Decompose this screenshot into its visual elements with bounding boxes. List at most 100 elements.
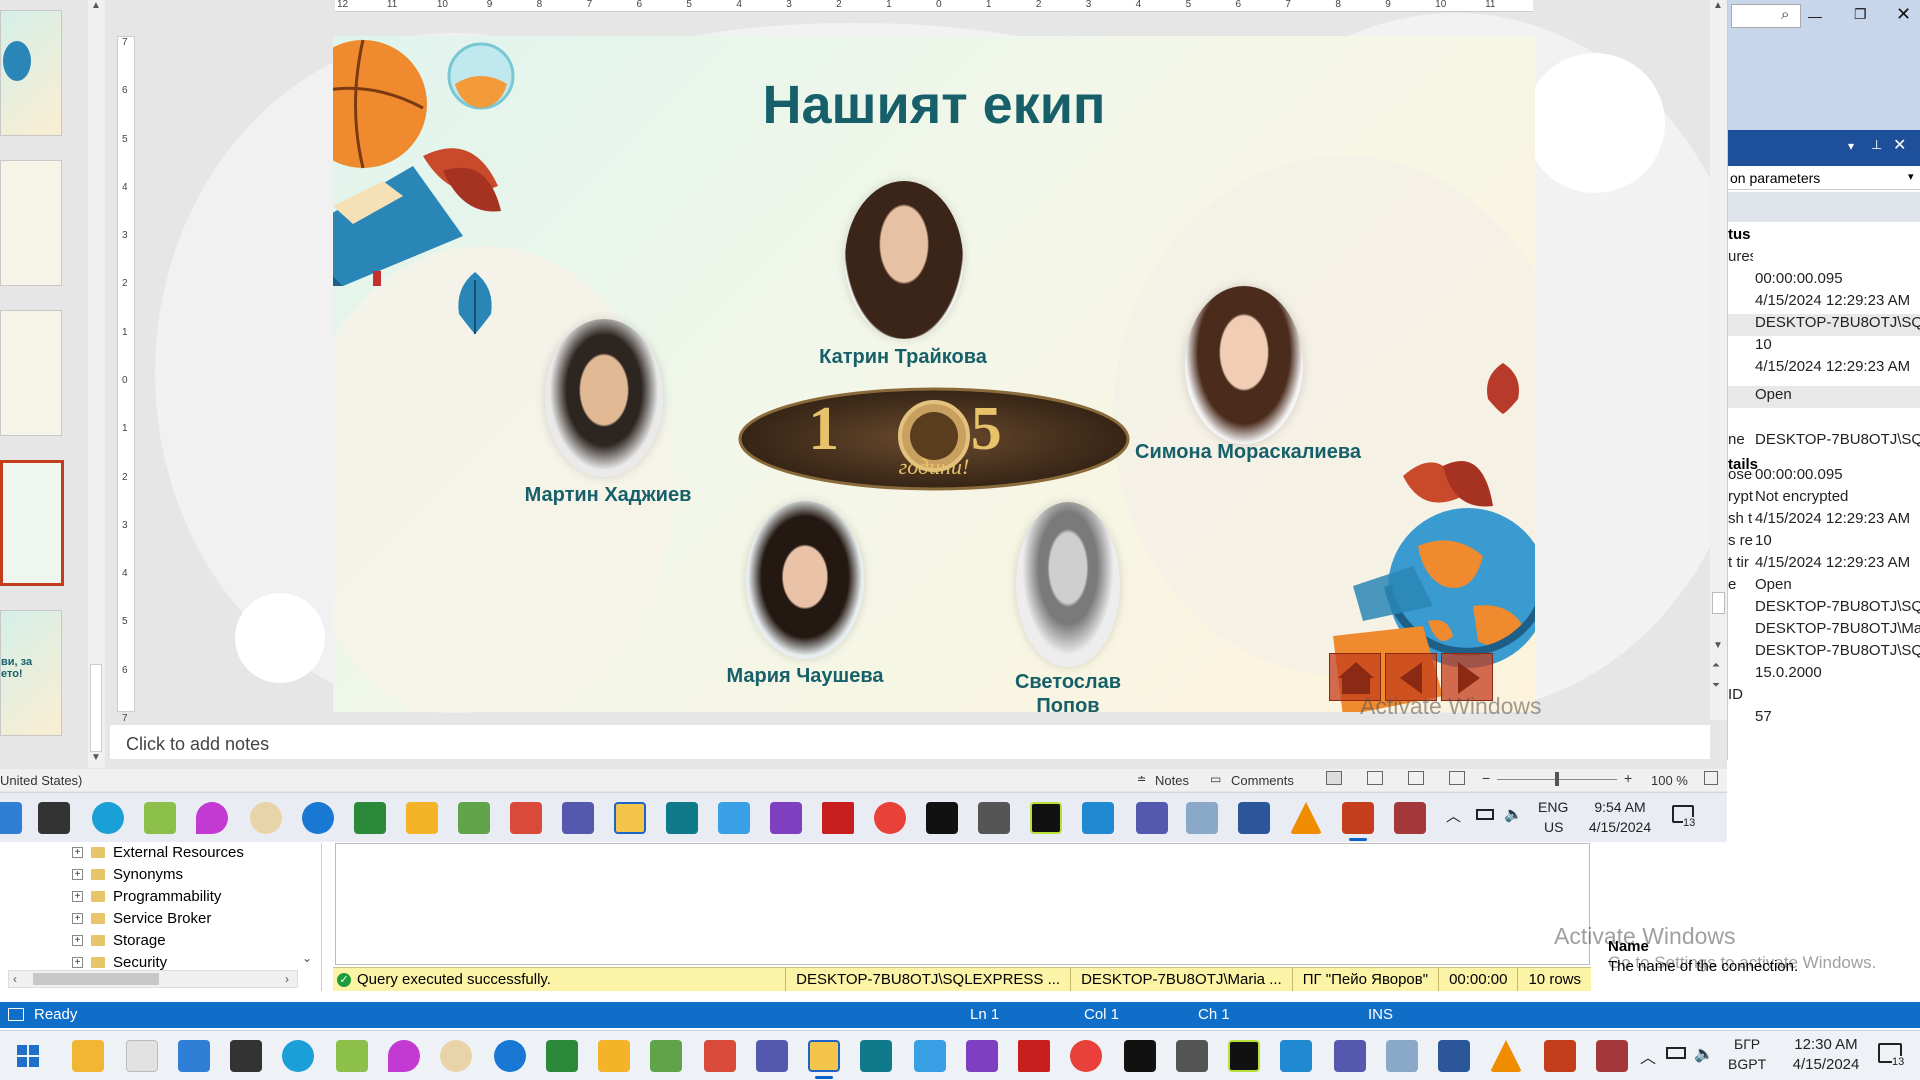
vscode-icon[interactable]	[1280, 1040, 1312, 1072]
scroll-down-icon[interactable]: ▼	[1713, 640, 1723, 651]
slide-thumbnail[interactable]	[0, 310, 62, 436]
horizontal-ruler[interactable]: 1211109876543210123456789101112	[335, 0, 1533, 12]
scroll-thumb[interactable]	[33, 973, 159, 985]
tray-date[interactable]: 4/15/2024	[1776, 1056, 1876, 1073]
query-results-pane[interactable]	[335, 843, 1590, 965]
expand-icon[interactable]: +	[72, 868, 83, 880]
mail-icon[interactable]	[178, 1040, 210, 1072]
inkscape-icon[interactable]	[230, 1040, 262, 1072]
teams-icon[interactable]	[756, 1040, 788, 1072]
pycharm-icon[interactable]	[1228, 1040, 1260, 1072]
property-row[interactable]: ne DESKTOP-7BU8OTJ\SQL	[1728, 431, 1920, 453]
pycharm-icon[interactable]	[1030, 802, 1062, 834]
intellij-icon[interactable]	[1124, 1040, 1156, 1072]
paint-drop-icon[interactable]	[388, 1040, 420, 1072]
vlc-icon[interactable]	[1490, 1040, 1522, 1072]
property-row[interactable]: t tir 4/15/2024 12:29:23 AM	[1728, 554, 1920, 576]
slide-title[interactable]: Нашият екип	[333, 74, 1535, 136]
app-orange-icon[interactable]	[406, 802, 438, 834]
slide-thumbnail[interactable]: ви, за ето!	[0, 610, 62, 736]
scroll-up-icon[interactable]: ▲	[1713, 0, 1723, 11]
slide-thumbnail[interactable]	[0, 160, 62, 286]
property-row[interactable]: e Open	[1728, 576, 1920, 598]
tree-item-synonyms[interactable]: + Synonyms	[72, 863, 183, 885]
image-editor-icon[interactable]	[144, 802, 176, 834]
intellij-icon[interactable]	[926, 802, 958, 834]
tree-item-storage[interactable]: + Storage	[72, 929, 166, 951]
image-editor-icon[interactable]	[336, 1040, 368, 1072]
slide-sorter-icon[interactable]	[1367, 771, 1383, 785]
word-icon[interactable]	[1438, 1040, 1470, 1072]
property-row[interactable]: sh ti 4/15/2024 12:29:23 AM	[1728, 510, 1920, 532]
member-name[interactable]: Мария Чаушева	[665, 665, 945, 688]
normal-view-icon[interactable]	[1326, 771, 1342, 785]
file-explorer-icon[interactable]	[72, 1040, 104, 1072]
anniversary-badge[interactable]: 1 5 години!	[738, 386, 1130, 492]
notes-icon[interactable]: ≐	[1137, 773, 1146, 786]
tray-keyboard[interactable]: US	[1544, 819, 1563, 835]
next-slide-icon[interactable]: ⏷	[1712, 680, 1720, 691]
visual-studio-icon[interactable]	[966, 1040, 998, 1072]
network-app-icon[interactable]	[914, 1040, 946, 1072]
scroll-thumb[interactable]	[1712, 592, 1725, 614]
property-row[interactable]: DESKTOP-7BU8OTJ\Mar	[1728, 620, 1920, 642]
photos-icon[interactable]	[1186, 802, 1218, 834]
slide-thumbnail[interactable]	[0, 10, 62, 136]
member-photo[interactable]	[845, 181, 963, 339]
thumbnail-scrollbar[interactable]: ▲ ▼	[88, 0, 105, 768]
tree-item-service-broker[interactable]: + Service Broker	[72, 907, 211, 929]
comments-button[interactable]: Comments	[1231, 773, 1294, 788]
tray-language[interactable]: БГР	[1734, 1036, 1760, 1052]
fit-to-window-icon[interactable]	[1704, 771, 1718, 785]
word-icon[interactable]	[1238, 802, 1270, 834]
scroll-right-icon[interactable]: ›	[285, 972, 289, 986]
comments-icon[interactable]: ▭	[1210, 772, 1221, 786]
ssms-icon[interactable]	[614, 802, 646, 834]
network-app-icon[interactable]	[718, 802, 750, 834]
property-row[interactable]: 4/15/2024 12:29:23 AM	[1728, 292, 1920, 314]
property-row[interactable]: 00:00:00.095	[1728, 270, 1920, 292]
member-photo[interactable]	[746, 501, 864, 659]
app-green-icon[interactable]	[650, 1040, 682, 1072]
member-photo[interactable]	[1016, 502, 1120, 667]
slideshow-icon[interactable]	[1449, 771, 1465, 785]
visual-studio-icon[interactable]	[770, 802, 802, 834]
paint-palette-icon[interactable]	[440, 1040, 472, 1072]
expand-icon[interactable]: +	[72, 956, 83, 968]
zoom-slider-thumb[interactable]	[1555, 772, 1559, 786]
tray-time[interactable]: 9:54 AM	[1580, 799, 1660, 815]
inkscape-icon[interactable]	[38, 802, 70, 834]
zoom-level[interactable]: 100 %	[1651, 773, 1688, 788]
app-teal-icon[interactable]	[666, 802, 698, 834]
ssms-icon[interactable]	[808, 1040, 840, 1072]
teams-check-icon[interactable]	[1136, 802, 1168, 834]
slide-thumbnail-selected[interactable]	[0, 460, 64, 586]
photos-icon[interactable]	[1386, 1040, 1418, 1072]
volume-icon[interactable]: 🔈	[1694, 1044, 1714, 1064]
zoom-in-icon[interactable]: +	[1624, 770, 1632, 786]
expand-icon[interactable]: +	[72, 934, 83, 946]
tree-horizontal-scrollbar[interactable]: ‹ ›	[8, 970, 298, 988]
project-app-icon[interactable]	[822, 802, 854, 834]
volume-icon[interactable]: 🔈	[1504, 805, 1523, 823]
expand-icon[interactable]: +	[72, 846, 83, 858]
vscode-icon[interactable]	[1082, 802, 1114, 834]
property-row[interactable]: 15.0.2000	[1728, 664, 1920, 686]
tray-keyboard[interactable]: BGPT	[1728, 1056, 1766, 1072]
slide-vertical-scrollbar[interactable]: ▲ ▼ ⏶ ⏷	[1710, 0, 1727, 720]
app-teal-icon[interactable]	[860, 1040, 892, 1072]
app-diamond-icon[interactable]	[546, 1040, 578, 1072]
tray-language[interactable]: ENG	[1538, 799, 1568, 815]
app-gray-icon[interactable]	[978, 802, 1010, 834]
paint-drop-icon[interactable]	[196, 802, 228, 834]
property-row[interactable]: 4/15/2024 12:29:23 AM	[1728, 358, 1920, 380]
scroll-down-icon[interactable]: ▼	[91, 752, 101, 763]
ms-store-icon[interactable]	[126, 1040, 158, 1072]
notes-pane[interactable]: Click to add notes	[110, 725, 1710, 759]
property-row[interactable]: Open	[1728, 386, 1920, 408]
chrome-icon[interactable]	[874, 802, 906, 834]
property-row[interactable]: 57	[1728, 708, 1920, 730]
edge-icon[interactable]	[92, 802, 124, 834]
tray-chevron-icon[interactable]: ︿	[1446, 805, 1461, 826]
edge-icon[interactable]	[282, 1040, 314, 1072]
